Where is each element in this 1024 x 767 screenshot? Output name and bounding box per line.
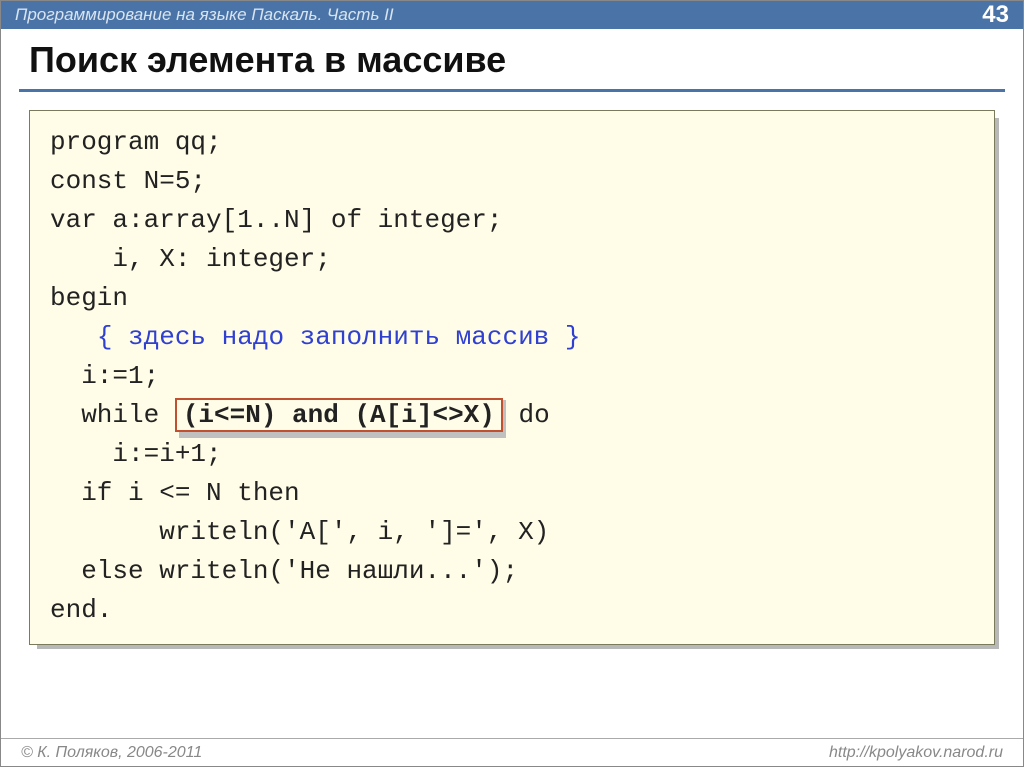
code-box: program qq; const N=5; var a:array[1..N]… — [29, 110, 995, 645]
header-bar: Программирование на языке Паскаль. Часть… — [1, 1, 1023, 29]
code-text: while — [50, 400, 175, 430]
code-text: do — [503, 400, 550, 430]
code-indent — [50, 322, 97, 352]
footer-url: http://kpolyakov.narod.ru — [829, 744, 1003, 762]
code-line: i:=i+1; — [50, 435, 974, 474]
code-line: begin — [50, 279, 974, 318]
code-line: while (i<=N) and (A[i]<>X) do — [50, 396, 974, 435]
code-line: { здесь надо заполнить массив } — [50, 318, 974, 357]
title-area: Поиск элемента в массиве — [1, 29, 1023, 83]
slide-title: Поиск элемента в массиве — [29, 39, 995, 81]
highlight-box: (i<=N) and (A[i]<>X) — [175, 396, 503, 435]
copyright-text: © К. Поляков, 2006-2011 — [21, 744, 202, 762]
code-line: program qq; — [50, 123, 974, 162]
code-line: end. — [50, 591, 974, 630]
code-line: writeln('A[', i, ']=', X) — [50, 513, 974, 552]
code-line: var a:array[1..N] of integer; — [50, 201, 974, 240]
code-line: else writeln('Не нашли...'); — [50, 552, 974, 591]
code-line: i:=1; — [50, 357, 974, 396]
course-title: Программирование на языке Паскаль. Часть… — [15, 5, 394, 25]
code-comment: { здесь надо заполнить массив } — [97, 322, 581, 352]
code-line: if i <= N then — [50, 474, 974, 513]
highlight-condition: (i<=N) and (A[i]<>X) — [175, 398, 503, 432]
code-line: i, X: integer; — [50, 240, 974, 279]
code-line: const N=5; — [50, 162, 974, 201]
footer-bar: © К. Поляков, 2006-2011 http://kpolyakov… — [1, 738, 1023, 766]
code-block: program qq; const N=5; var a:array[1..N]… — [29, 110, 995, 645]
title-underline — [19, 89, 1005, 92]
page-number: 43 — [982, 1, 1009, 29]
slide: Программирование на языке Паскаль. Часть… — [0, 0, 1024, 767]
